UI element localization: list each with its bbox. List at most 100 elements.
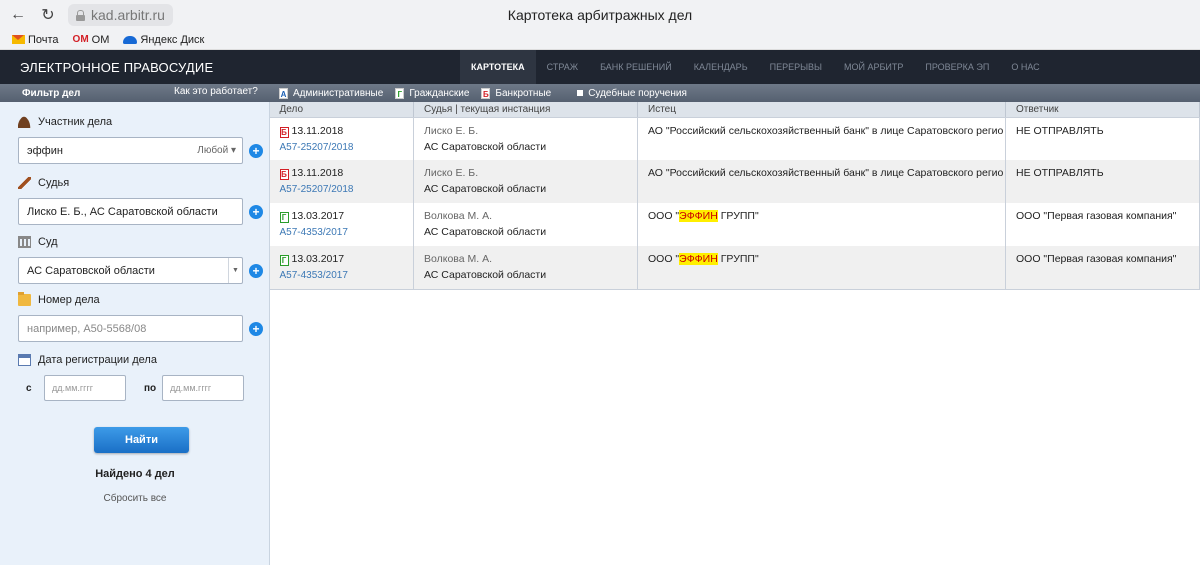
filter-title-text: Фильтр дел [22, 87, 81, 99]
results-table: Дело Судья | текущая инстанция Истец Отв… [269, 102, 1200, 290]
found-count: Найдено 4 дел [95, 468, 175, 480]
browser-toolbar: ← ↻ kad.arbitr.ru Картотека арбитражных … [0, 0, 1200, 30]
mail-icon [12, 35, 25, 44]
date-to-placeholder: дд.мм.гггг [170, 383, 212, 393]
nav-breaks[interactable]: ПЕРЕРЫВЫ [759, 50, 833, 84]
case-number-link[interactable]: А57-4353/2017 [280, 227, 348, 238]
gavel-icon [18, 177, 31, 189]
civil-doc-icon: Г [279, 212, 289, 223]
col-plaintiff: Истец [637, 102, 1006, 118]
case-number-link[interactable]: А57-4353/2017 [280, 270, 348, 281]
participant-role-select[interactable]: Любой ▾ [197, 145, 236, 156]
nav-calendar[interactable]: КАЛЕНДАРЬ [683, 50, 759, 84]
case-type-label: Административные [293, 87, 384, 99]
chevron-down-icon[interactable]: ▼ [228, 258, 242, 283]
defendant-cell: ООО "Первая газовая компания" [1005, 246, 1200, 290]
bookmark-om[interactable]: OM ОМ [73, 34, 110, 46]
nav-my-arbitr[interactable]: МОЙ АРБИТР [833, 50, 914, 84]
square-icon [577, 90, 584, 96]
site-logo[interactable]: ЭЛЕКТРОННОЕ ПРАВОСУДИЕ [20, 60, 213, 75]
plaintiff-text: ООО " [648, 210, 680, 222]
court-name: АС Саратовской области [424, 140, 547, 153]
case-type-filters: А Административные Г Гражданские Б Банкр… [270, 87, 687, 99]
site-header: ЭЛЕКТРОННОЕ ПРАВОСУДИЕ КАРТОТЕКА СТРАЖ Б… [0, 50, 1200, 84]
case-date: 13.03.2017 [291, 210, 345, 222]
case-date: 13.03.2017 [291, 253, 345, 265]
date-from-label: с [26, 382, 32, 394]
judge-input[interactable]: Лиско Е. Б., АС Саратовской области [18, 198, 243, 225]
case-type-label: Гражданские [409, 87, 470, 99]
reload-icon[interactable]: ↻ [36, 3, 60, 27]
case-type-bankruptcy[interactable]: Б Банкротные [481, 87, 552, 99]
judge-cell: Волкова М. А. АС Саратовской области [413, 246, 638, 290]
search-highlight: ЭФФИН [679, 253, 718, 265]
case-type-court-orders[interactable]: Судебные поручения [563, 88, 687, 99]
court-name: АС Саратовской области [424, 269, 547, 281]
table-row[interactable]: Б 13.11.2018 А57-25207/2018 Лиско Е. Б. А… [269, 160, 1200, 203]
reg-date-label-text: Дата регистрации дела [38, 354, 157, 366]
cloud-disk-icon [123, 35, 138, 44]
court-value: АС Саратовской области [27, 264, 155, 277]
how-it-works-link[interactable]: Как это работает? [174, 86, 258, 97]
date-to-label: по [144, 382, 157, 394]
person-icon [18, 116, 31, 128]
table-row[interactable]: Г 13.03.2017 А57-4353/2017 Волкова М. А. … [269, 203, 1200, 246]
bookmark-mail[interactable]: Почта [12, 34, 59, 46]
participant-role-value: Любой [197, 145, 229, 156]
bankruptcy-doc-icon: Б [279, 169, 289, 180]
date-to-input[interactable]: дд.мм.гггг [162, 375, 245, 401]
court-select[interactable]: АС Саратовской области ▼ [18, 257, 243, 284]
defendant-cell: НЕ ОТПРАВЛЯТЬ [1005, 160, 1200, 203]
add-court-button[interactable]: + [249, 264, 263, 278]
nav-check-ep[interactable]: ПРОВЕРКА ЭП [914, 50, 1000, 84]
table-row[interactable]: Б 13.11.2018 А57-25207/2018 Лиско Е. Б. А… [269, 117, 1200, 160]
court-name: АС Саратовской области [424, 226, 547, 238]
bookmarks-bar: Почта OM ОМ Яндекс Диск [0, 30, 1200, 50]
nav-strazh[interactable]: СТРАЖ [536, 50, 589, 84]
court-name: АС Саратовской области [424, 183, 547, 195]
reset-all-link[interactable]: Сбросить все [0, 493, 270, 504]
case-type-label: Судебные поручения [588, 87, 687, 99]
om-icon: OM [72, 34, 89, 45]
defendant-cell: НЕ ОТПРАВЛЯТЬ [1005, 117, 1200, 160]
case-number-input[interactable]: например, А50-5568/08 [18, 315, 243, 342]
date-from-input[interactable]: дд.мм.гггг [44, 375, 126, 401]
col-case: Дело [269, 102, 414, 118]
judge-name: Лиско Е. Б. [424, 167, 479, 179]
plaintiff-text: ГРУПП" [717, 253, 759, 265]
case-cell: Г 13.03.2017 А57-4353/2017 [269, 203, 414, 246]
case-type-administrative[interactable]: А Административные [279, 87, 384, 99]
bookmark-label: ОМ [91, 33, 110, 46]
address-bar[interactable]: kad.arbitr.ru [68, 4, 173, 26]
search-highlight: ЭФФИН [679, 210, 718, 222]
nav-about[interactable]: О НАС [1000, 50, 1050, 84]
bankruptcy-doc-icon: Б [279, 126, 289, 138]
defendant-cell: ООО "Первая газовая компания" [1005, 203, 1200, 246]
case-number-link[interactable]: А57-25207/2018 [280, 142, 354, 153]
add-judge-button[interactable]: + [249, 205, 263, 219]
add-case-number-button[interactable]: + [249, 322, 263, 336]
plaintiff-cell: АО "Российский сельскохозяйственный банк… [637, 160, 1006, 203]
date-range: с дд.мм.гггг по дд.мм.гггг [18, 375, 245, 401]
find-button[interactable]: Найти [94, 427, 189, 453]
case-type-label: Банкротные [495, 87, 552, 99]
bankruptcy-icon: Б [481, 87, 491, 99]
participant-input[interactable]: эффин Любой ▾ [18, 137, 243, 164]
case-number-link[interactable]: А57-25207/2018 [280, 184, 354, 195]
case-type-civil[interactable]: Г Гражданские [395, 87, 470, 99]
plaintiff-text: ООО " [648, 253, 680, 265]
bookmark-label: Почта [28, 33, 59, 46]
nav-kartoteka[interactable]: КАРТОТЕКА [460, 50, 536, 84]
back-arrow-icon[interactable]: ← [6, 3, 30, 27]
judge-cell: Лиско Е. Б. АС Саратовской области [413, 117, 638, 160]
add-participant-button[interactable]: + [249, 144, 263, 158]
lock-icon [76, 9, 85, 21]
filter-sidebar: Участник дела эффин Любой ▾ + Судья Лиск… [0, 102, 270, 565]
participant-value: эффин [27, 144, 63, 157]
calendar-icon [18, 354, 31, 366]
table-row[interactable]: Г 13.03.2017 А57-4353/2017 Волкова М. А. … [269, 246, 1200, 290]
nav-bank-resheniy[interactable]: БАНК РЕШЕНИЙ [589, 50, 683, 84]
bookmark-disk[interactable]: Яндекс Диск [123, 34, 204, 46]
case-cell: Б 13.11.2018 А57-25207/2018 [269, 160, 414, 203]
court-label-text: Суд [38, 236, 58, 248]
